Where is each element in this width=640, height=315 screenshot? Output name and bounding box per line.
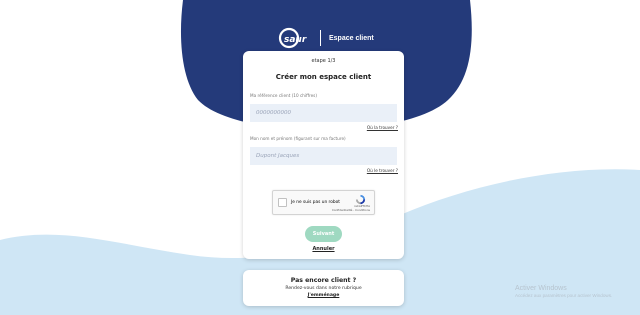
next-button[interactable]: Suivant	[305, 226, 342, 242]
header: saur Espace client	[278, 26, 374, 50]
header-separator	[320, 30, 321, 46]
reference-label: Ma référence client (10 chiffres)	[250, 93, 317, 98]
section-title: Espace client	[329, 34, 374, 42]
recaptcha-widget: Je ne suis pas un robot reCAPTCHA Confid…	[272, 190, 375, 215]
move-in-link[interactable]: J'emménage	[243, 293, 404, 298]
recaptcha-brand: reCAPTCHA Confidentialité - Conditions	[332, 204, 370, 213]
windows-activation-watermark: Activer Windows Accédez aux paramètres p…	[515, 285, 612, 298]
not-client-subtitle: Rendez-vous dans notre rubrique	[285, 286, 362, 291]
recaptcha-terms[interactable]: Confidentialité - Conditions	[332, 208, 370, 213]
reference-help-link[interactable]: Où la trouver ?	[367, 125, 398, 130]
not-client-title: Pas encore client ?	[290, 277, 357, 284]
watermark-title: Activer Windows	[515, 285, 567, 292]
form-title: Créer mon espace client	[275, 73, 372, 81]
not-client-card: Pas encore client ? Rendez-vous dans not…	[243, 270, 404, 306]
watermark-subtitle: Accédez aux paramètres pour activer Wind…	[515, 293, 613, 298]
reference-input[interactable]: 0000000000	[250, 104, 397, 122]
name-input[interactable]: Dupont Jacques	[250, 147, 397, 165]
recaptcha-checkbox[interactable]	[278, 198, 287, 207]
cancel-link[interactable]: Annuler	[243, 246, 404, 252]
logo-text: saur	[284, 35, 307, 45]
name-help-link[interactable]: Où le trouver ?	[367, 168, 398, 173]
saur-logo: saur	[278, 27, 307, 49]
name-label: Mon nom et prénom (figurant sur ma factu…	[250, 136, 346, 141]
step-indicator: etape 1/3	[311, 58, 336, 64]
signup-card: etape 1/3 Créer mon espace client Ma réf…	[243, 51, 404, 259]
